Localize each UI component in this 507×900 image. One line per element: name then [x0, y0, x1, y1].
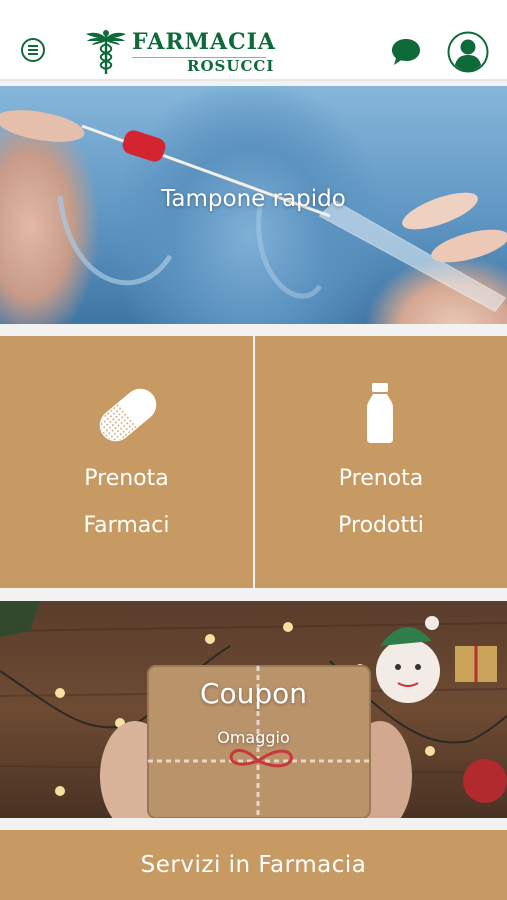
app-header: FARMACIA ROSUCCI	[0, 0, 507, 81]
pharmacy-logo[interactable]: FARMACIA ROSUCCI	[84, 28, 275, 76]
booking-tiles: Prenota Farmaci Prenota Prodotti	[0, 336, 507, 588]
prenota-prodotti-tile[interactable]: Prenota Prodotti	[255, 336, 507, 588]
logo-subtitle: ROSUCCI	[187, 57, 275, 75]
pill-capsule-icon	[99, 388, 157, 442]
chat-bubble-icon[interactable]	[390, 37, 422, 67]
tampone-title: Tampone rapido	[161, 186, 346, 212]
services-label: Servizi in Farmacia	[140, 852, 367, 878]
bottle-icon	[367, 383, 393, 443]
menu-icon[interactable]	[21, 38, 45, 62]
tampone-rapido-banner[interactable]: Tampone rapido	[0, 86, 507, 324]
tile-line-2: Farmaci	[83, 513, 170, 538]
coupon-banner[interactable]: Coupon Omaggio	[0, 601, 507, 818]
coupon-subtitle: Omaggio	[217, 728, 290, 747]
servizi-in-farmacia-button[interactable]: Servizi in Farmacia	[0, 830, 507, 900]
logo-title: FARMACIA	[132, 29, 276, 55]
tile-line-1: Prenota	[84, 466, 169, 491]
user-profile-icon[interactable]	[447, 31, 489, 73]
caduceus-icon	[86, 30, 126, 74]
prenota-farmaci-tile[interactable]: Prenota Farmaci	[0, 336, 253, 588]
tile-line-2: Prodotti	[338, 513, 424, 538]
tile-line-1: Prenota	[338, 466, 424, 491]
coupon-title: Coupon	[199, 677, 308, 710]
